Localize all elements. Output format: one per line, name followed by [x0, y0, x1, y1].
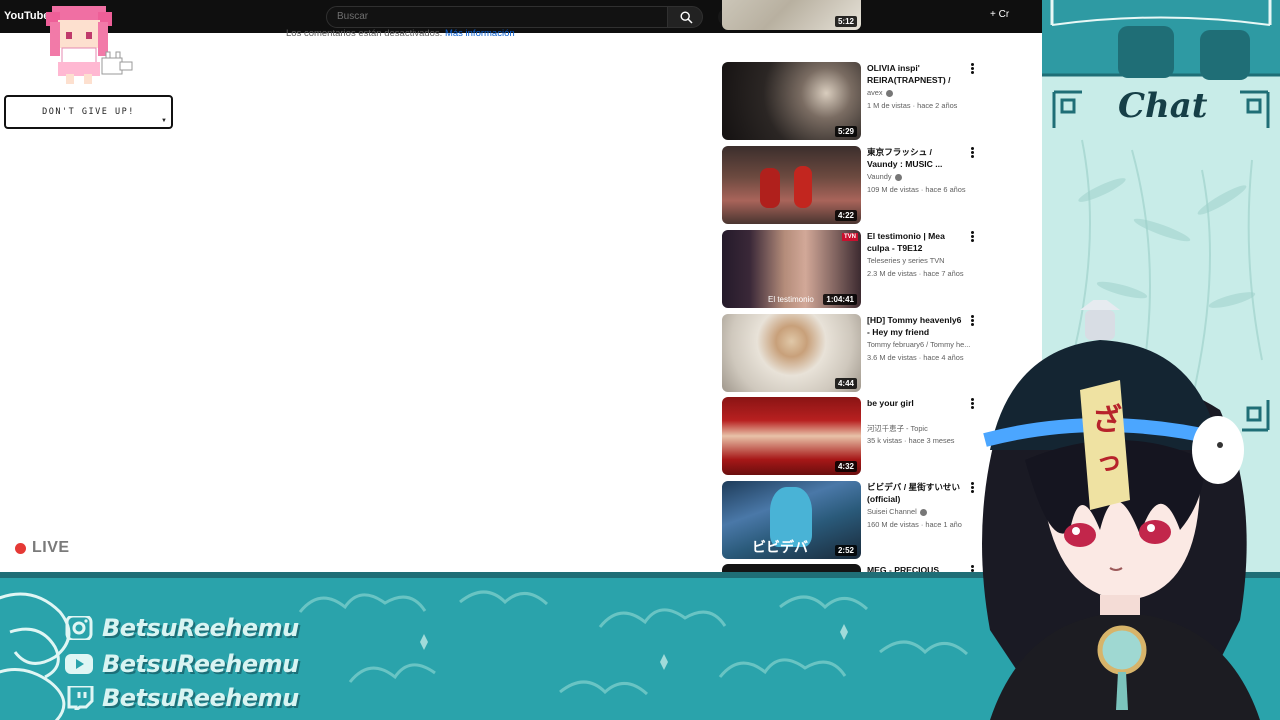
- video-views: 1 M de vistas · hace 2 años: [867, 101, 958, 110]
- more-options-icon[interactable]: [968, 230, 976, 244]
- more-info-link[interactable]: Más información: [445, 28, 515, 39]
- youtube-icon: [65, 654, 93, 674]
- video-title[interactable]: OLIVIA inspi' REIRA(TRAPNEST) / a...: [867, 62, 963, 86]
- video-duration: 2:52: [834, 545, 857, 556]
- video-thumbnail[interactable]: 4:22: [722, 146, 861, 224]
- thumbnail-caption: ビビデバ: [752, 539, 808, 555]
- more-options-icon[interactable]: [968, 62, 976, 76]
- thumbnail-caption: El testimonio: [768, 295, 814, 304]
- video-thumbnail[interactable]: 4:44: [722, 314, 861, 392]
- video-thumbnail[interactable]: 5:29: [722, 62, 861, 140]
- video-duration: 4:44: [834, 378, 857, 389]
- instagram-icon: [65, 616, 93, 640]
- instagram-handle: BetsuReehemu: [102, 614, 299, 642]
- verified-icon: [894, 173, 902, 181]
- recommendation-item[interactable]: 5:12: [722, 0, 982, 32]
- video-thumbnail[interactable]: 5:12: [722, 0, 861, 30]
- video-duration: 1:04:41: [823, 294, 857, 305]
- verified-icon: [919, 508, 927, 516]
- video-thumbnail[interactable]: 4:32: [722, 397, 861, 475]
- stream-scene: YouTube Buscar + Cr Los comentarios está…: [0, 0, 1280, 720]
- recommendation-item[interactable]: 4:22 東京フラッシュ / Vaundy : MUSIC ... Vaundy…: [722, 146, 982, 226]
- video-duration: 4:32: [834, 461, 857, 472]
- more-options-icon[interactable]: [968, 146, 976, 160]
- verified-icon: [885, 89, 893, 97]
- create-button[interactable]: + Cr: [990, 9, 1009, 20]
- search-placeholder: Buscar: [337, 11, 369, 22]
- channel-name[interactable]: Teleseries y series TVN: [867, 256, 977, 265]
- live-dot-icon: [15, 543, 26, 554]
- video-duration: 4:22: [834, 210, 857, 221]
- talisman-text: ざ: [1092, 403, 1122, 438]
- comments-disabled-note: Los comentarios están desactivados. Más …: [286, 28, 515, 39]
- video-title[interactable]: El testimonio | Mea culpa - T9E12: [867, 230, 963, 254]
- channel-name[interactable]: Vaundy: [867, 172, 977, 181]
- vtuber-avatar: ざ っ: [982, 300, 1260, 720]
- channel-badge: TVN: [842, 233, 858, 241]
- video-title[interactable]: 東京フラッシュ / Vaundy : MUSIC ...: [867, 146, 963, 170]
- search-icon: [680, 11, 693, 24]
- channel-name[interactable]: avex: [867, 88, 977, 97]
- recommendation-item[interactable]: TVN El testimonio 1:04:41 El testimonio …: [722, 230, 982, 310]
- live-badge: LIVE: [10, 537, 85, 559]
- video-views: 2.3 M de vistas · hace 7 años: [867, 269, 964, 278]
- svg-text:っ: っ: [1096, 447, 1122, 477]
- comments-disabled-text: Los comentarios están desactivados.: [286, 28, 443, 39]
- twitch-icon: [67, 686, 94, 710]
- video-duration: 5:12: [834, 16, 857, 27]
- video-duration: 5:29: [834, 126, 857, 137]
- pixel-mascot: [46, 6, 133, 84]
- video-thumbnail[interactable]: TVN El testimonio 1:04:41: [722, 230, 861, 308]
- live-label: LIVE: [32, 539, 70, 556]
- youtube-logo[interactable]: YouTube: [4, 10, 49, 22]
- chat-title: Chat: [1118, 86, 1208, 126]
- recommendation-item[interactable]: 5:29 OLIVIA inspi' REIRA(TRAPNEST) / a..…: [722, 62, 982, 142]
- video-thumbnail[interactable]: ビビデバ 2:52: [722, 481, 861, 559]
- youtube-handle: BetsuReehemu: [102, 650, 299, 678]
- speech-bubble: DON'T GIVE UP! ▼: [4, 95, 173, 129]
- search-input[interactable]: Buscar: [326, 6, 668, 28]
- triangle-down-icon: ▼: [161, 118, 167, 124]
- video-views: 109 M de vistas · hace 6 años: [867, 185, 966, 194]
- browser-capture: YouTube Buscar + Cr Los comentarios está…: [0, 0, 1042, 577]
- speech-text: DON'T GIVE UP!: [42, 107, 135, 117]
- twitch-handle: BetsuReehemu: [102, 684, 299, 712]
- search-button[interactable]: [667, 6, 703, 28]
